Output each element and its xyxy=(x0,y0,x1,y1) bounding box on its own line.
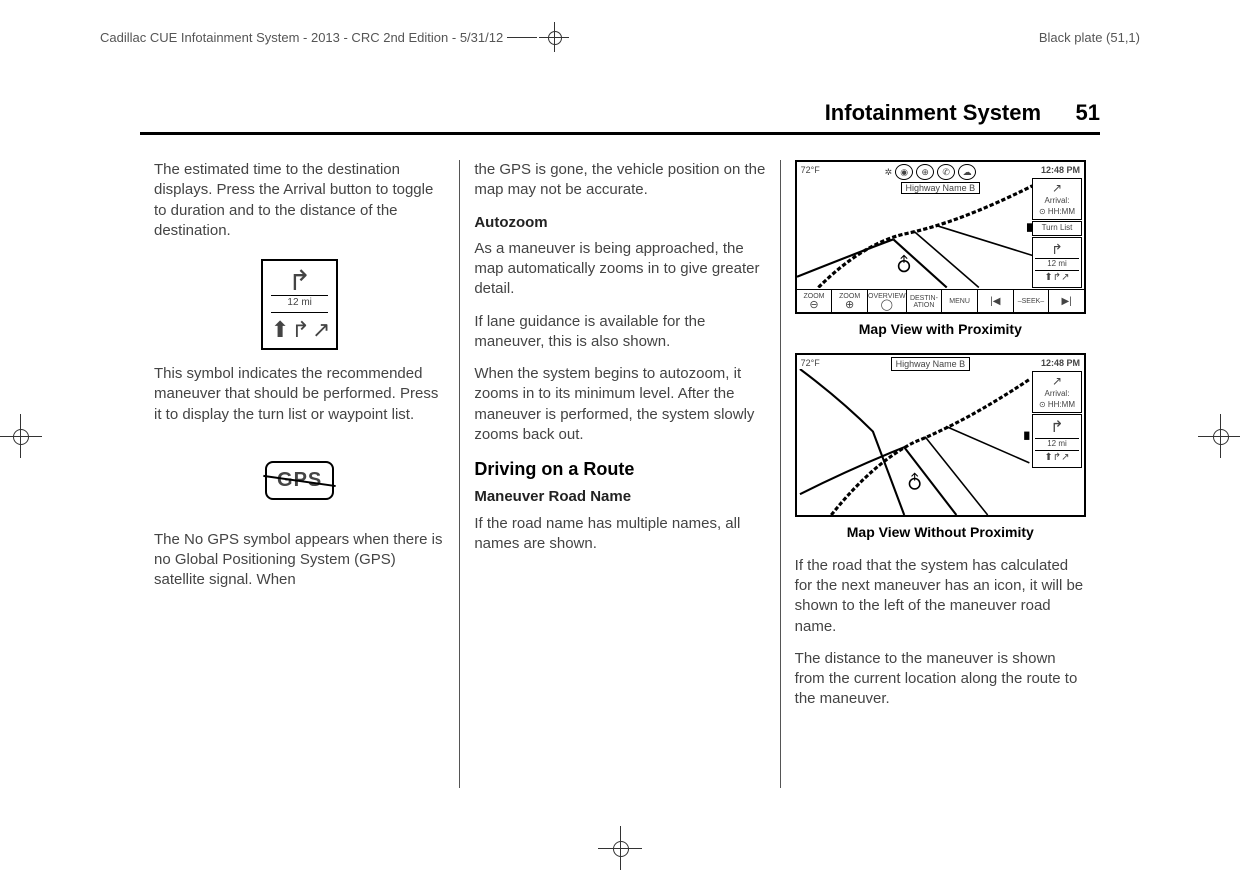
page-number: 51 xyxy=(1076,100,1100,125)
map1-right-stack: ↗ Arrival: ⊙ HH:MM Turn List ↱ 12 mi ⬆↱↗ xyxy=(1032,178,1082,288)
heading-driving-route: Driving on a Route xyxy=(474,457,765,481)
seek-next-button[interactable]: ▶| xyxy=(1049,290,1084,312)
registration-mark-right-icon xyxy=(1208,424,1232,448)
phone-icon: ✆ xyxy=(937,164,955,180)
maneuver-distance: 12 mi xyxy=(287,297,311,308)
maneuver-symbol-block: ↱ 12 mi ⬆ ↱ ↗ xyxy=(154,259,445,350)
col1-p2: This symbol indicates the recommended ma… xyxy=(154,364,445,425)
col2-p1: the GPS is gone, the vehicle position on… xyxy=(474,160,765,201)
col2-p4: When the system begins to autozoom, it z… xyxy=(474,364,765,445)
map2-turn-mini: ↱ 12 mi ⬆↱↗ xyxy=(1032,414,1082,468)
gps-symbol-block: GPS xyxy=(154,461,445,500)
seek-prev-icon: |◀ xyxy=(990,297,1000,307)
map1-distance: 12 mi xyxy=(1047,259,1067,268)
map1-turn-mini: ↱ 12 mi ⬆↱↗ xyxy=(1032,237,1082,288)
col2-p3: If lane guidance is available for the ma… xyxy=(474,312,765,353)
section-header: Infotainment System 51 xyxy=(140,100,1100,135)
page: Cadillac CUE Infotainment System - 2013 … xyxy=(0,0,1240,868)
map1-temp: 72°F xyxy=(801,164,820,180)
header-rule xyxy=(507,37,537,38)
no-gps-icon: GPS xyxy=(265,461,334,500)
seek-prev-button[interactable]: |◀ xyxy=(978,290,1014,312)
signal-icon: ◉ xyxy=(895,164,913,180)
map2-arrival-label: Arrival: xyxy=(1034,389,1080,400)
compass-icon: ⊕ xyxy=(916,164,934,180)
doc-header-left: Cadillac CUE Infotainment System - 2013 … xyxy=(100,28,563,46)
overview-button[interactable]: OVERVIEW◯ xyxy=(868,290,907,312)
seek-next-icon: ▶| xyxy=(1061,297,1071,307)
menu-button[interactable]: MENU xyxy=(942,290,978,312)
map-view-proximity: 72°F ✲ ◉ ⊕ ✆ ☁ 12:48 PM Highway Name B xyxy=(795,160,1086,314)
zoom-out-icon: ⊖ xyxy=(809,300,818,311)
column-2: the GPS is gone, the vehicle position on… xyxy=(459,160,779,788)
map2-arrival-time: ⊙ HH:MM xyxy=(1034,400,1080,411)
heading-maneuver-road: Maneuver Road Name xyxy=(474,487,765,507)
map1-arrival-label: Arrival: xyxy=(1034,196,1080,207)
col2-p5: If the road name has multiple names, all… xyxy=(474,514,765,555)
column-3: 72°F ✲ ◉ ⊕ ✆ ☁ 12:48 PM Highway Name B xyxy=(780,160,1100,788)
destination-label: DESTIN-ATION xyxy=(907,295,942,309)
map2-caption: Map View Without Proximity xyxy=(795,523,1086,542)
doc-header: Cadillac CUE Infotainment System - 2013 … xyxy=(100,28,1140,46)
voice-icon: ☁ xyxy=(958,164,976,180)
map-view-without-proximity: 72°F Highway Name B 12:48 PM ↗ Arrival: … xyxy=(795,353,1086,517)
map1-roads xyxy=(797,180,1032,288)
overview-icon: ◯ xyxy=(881,300,893,311)
col3-p2: The distance to the maneuver is shown fr… xyxy=(795,649,1086,710)
seek-button[interactable]: –SEEK– xyxy=(1014,290,1050,312)
map2-distance: 12 mi xyxy=(1047,439,1067,448)
map1-turnlist: Turn List xyxy=(1032,221,1082,236)
registration-mark-left-icon xyxy=(8,424,32,448)
doc-info: Cadillac CUE Infotainment System - 2013 … xyxy=(100,30,503,45)
heading-autozoom: Autozoom xyxy=(474,213,765,233)
map2-time: 12:48 PM xyxy=(1041,357,1080,371)
zoom-in-button[interactable]: ZOOM⊕ xyxy=(832,290,868,312)
map2-right-stack: ↗ Arrival: ⊙ HH:MM ↱ 12 mi ⬆↱↗ xyxy=(1032,371,1082,468)
zoom-out-button[interactable]: ZOOM⊖ xyxy=(797,290,833,312)
col1-p1: The estimated time to the destination di… xyxy=(154,160,445,241)
col1-p3: The No GPS symbol appears when there is … xyxy=(154,530,445,591)
lane-guidance-icon: ⬆ ↱ ↗ xyxy=(271,312,329,345)
map1-arrival-time: ⊙ HH:MM xyxy=(1034,207,1080,218)
section-title: Infotainment System xyxy=(825,100,1041,125)
col2-p2: As a maneuver is being approached, the m… xyxy=(474,239,765,300)
map1-caption: Map View with Proximity xyxy=(795,320,1086,339)
map2-roads-svg xyxy=(797,369,1032,515)
map2-arrival-box: ↗ Arrival: ⊙ HH:MM xyxy=(1032,371,1082,413)
map1-roads-svg xyxy=(797,180,1032,288)
registration-mark-top-icon xyxy=(545,28,563,46)
map2-roads xyxy=(797,369,1032,515)
loading-icon: ✲ xyxy=(885,166,893,178)
map1-arrival-box: ↗ Arrival: ⊙ HH:MM xyxy=(1032,178,1082,220)
plate-info: Black plate (51,1) xyxy=(1039,30,1140,45)
column-1: The estimated time to the destination di… xyxy=(140,160,459,788)
menu-label: MENU xyxy=(949,298,970,305)
maneuver-icon: ↱ 12 mi ⬆ ↱ ↗ xyxy=(261,259,339,350)
destination-button[interactable]: DESTIN-ATION xyxy=(907,290,943,312)
seek-label: –SEEK– xyxy=(1018,298,1044,305)
col3-p1: If the road that the system has calculat… xyxy=(795,556,1086,637)
map1-bottom-bar: ZOOM⊖ ZOOM⊕ OVERVIEW◯ DESTIN-ATION MENU … xyxy=(797,289,1084,312)
zoom-in-icon: ⊕ xyxy=(845,300,854,311)
content-columns: The estimated time to the destination di… xyxy=(140,160,1100,788)
registration-mark-bottom-icon xyxy=(608,836,632,860)
